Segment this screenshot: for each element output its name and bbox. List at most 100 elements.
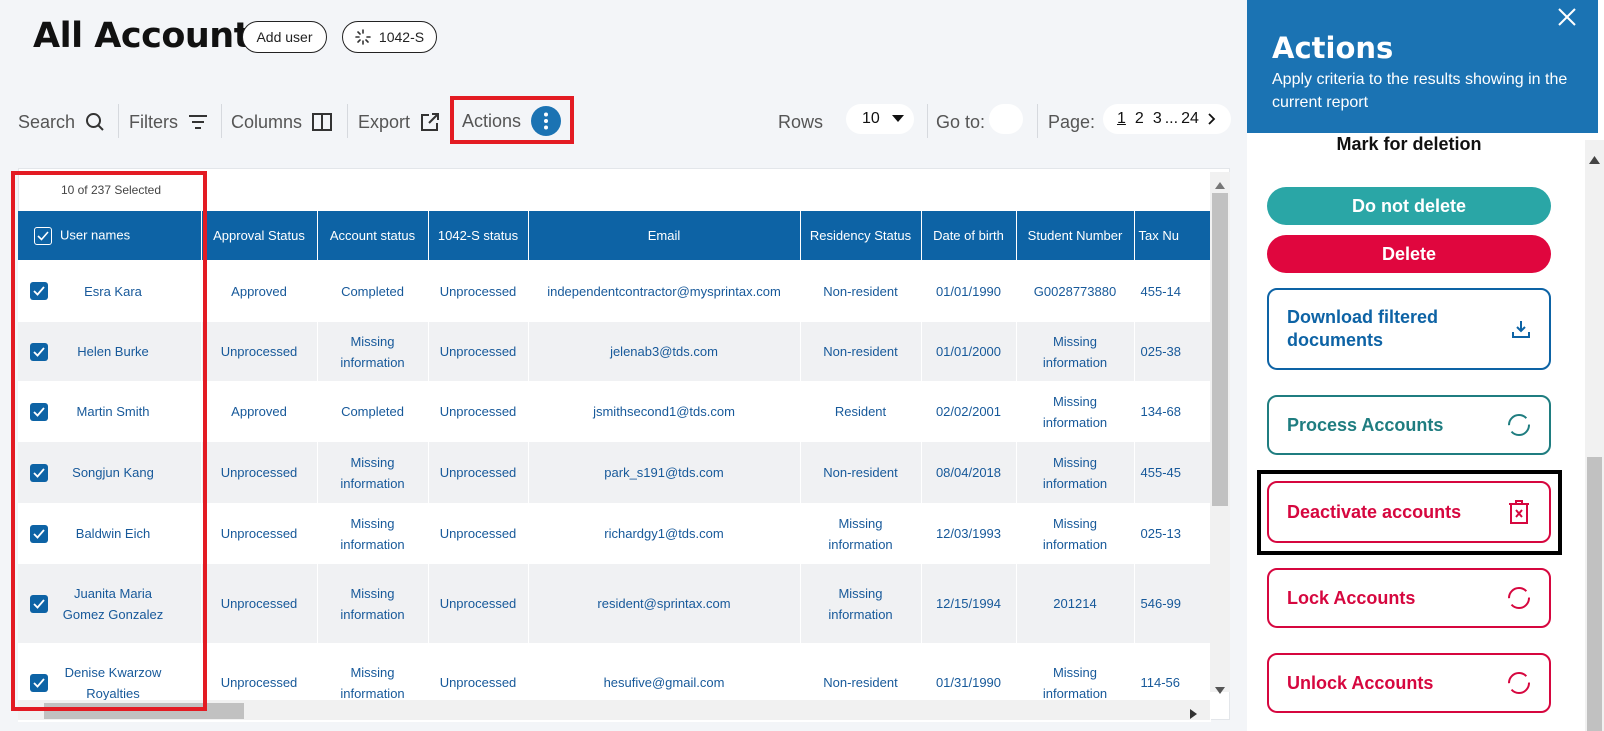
filters-button[interactable]: Filters xyxy=(129,108,208,136)
column-header-approval-status[interactable]: Approval Status xyxy=(201,211,318,260)
page-2-link[interactable]: 2 xyxy=(1135,110,1144,128)
caret-down-icon xyxy=(891,115,904,123)
column-header-student-number[interactable]: Student Number xyxy=(1016,211,1135,260)
page-3-link[interactable]: 3 xyxy=(1153,110,1162,128)
filter-icon xyxy=(188,114,208,130)
trash-icon xyxy=(1507,499,1531,525)
toolbar-divider xyxy=(347,104,348,138)
column-header-residency-status[interactable]: Residency Status xyxy=(800,211,922,260)
row-checkbox[interactable] xyxy=(30,524,48,543)
table-vertical-scroll-thumb[interactable] xyxy=(1212,193,1228,506)
column-header-email[interactable]: Email xyxy=(528,211,801,260)
toolbar-divider xyxy=(221,104,222,138)
row-checkbox[interactable] xyxy=(30,463,48,482)
residency-status-cell: Resident xyxy=(800,381,922,442)
table-row[interactable]: Baldwin Eich Unprocessed Missing informati… xyxy=(18,503,1211,564)
select-all-checkbox[interactable] xyxy=(34,226,52,245)
account-status-cell: Missing information xyxy=(317,503,429,564)
residency-status-cell: Missing information xyxy=(800,503,922,564)
1042s-status-cell: Unprocessed xyxy=(428,322,529,381)
email-cell: richardgy1@tds.com xyxy=(528,503,801,564)
accounts-table: User names Approval Status Account statu… xyxy=(18,211,1211,722)
user-name-cell[interactable]: Baldwin Eich xyxy=(18,503,202,564)
email-cell: park_s191@tds.com xyxy=(528,442,801,503)
scroll-up-arrow-icon[interactable] xyxy=(1215,176,1225,194)
tax-number-cell: 134-68 xyxy=(1134,381,1211,442)
export-button[interactable]: Export xyxy=(358,108,440,136)
column-header-tax-number[interactable]: Tax Nu xyxy=(1134,211,1211,260)
user-name-cell[interactable]: Juanita Maria Gomez Gonzalez xyxy=(18,564,202,643)
columns-button[interactable]: Columns xyxy=(231,108,333,136)
email-cell: resident@sprintax.com xyxy=(528,564,801,643)
table-row[interactable]: Esra Kara Approved Completed Unprocessed ind… xyxy=(18,260,1211,322)
form-filter-label: 1042-S xyxy=(378,29,425,45)
panel-scroll-up-icon[interactable] xyxy=(1589,151,1600,169)
tax-number-cell: 455-45 xyxy=(1134,442,1211,503)
user-name-cell[interactable]: Songjun Kang xyxy=(18,442,202,503)
table-row[interactable]: Helen Burke Unprocessed Missing informatio… xyxy=(18,322,1211,381)
student-number-cell: G0028773880 xyxy=(1016,260,1135,322)
delete-button[interactable]: Delete xyxy=(1267,235,1551,273)
approval-status-cell: Approved xyxy=(201,260,318,322)
search-icon xyxy=(85,112,105,132)
columns-label: Columns xyxy=(231,111,303,132)
lock-label: Lock Accounts xyxy=(1287,587,1416,608)
goto-input[interactable] xyxy=(989,104,1023,134)
refresh-icon xyxy=(1507,413,1531,437)
date-of-birth-cell: 02/02/2001 xyxy=(921,381,1017,442)
page-1-link[interactable]: 1 xyxy=(1117,110,1126,128)
chevron-right-icon[interactable] xyxy=(1208,113,1216,125)
search-button[interactable]: Search xyxy=(18,108,105,136)
user-name-text: Baldwin Eich xyxy=(75,526,151,541)
date-of-birth-cell: 08/04/2018 xyxy=(921,442,1017,503)
external-link-icon xyxy=(420,112,440,132)
user-name-cell[interactable]: Esra Kara xyxy=(18,260,202,322)
unlock-accounts-button[interactable]: Unlock Accounts xyxy=(1267,653,1551,713)
column-header-date-of-birth[interactable]: Date of birth xyxy=(921,211,1017,260)
row-checkbox[interactable] xyxy=(30,402,48,421)
page-label: Page: xyxy=(1048,111,1096,132)
user-name-cell[interactable]: Helen Burke xyxy=(18,322,202,381)
close-icon[interactable] xyxy=(1557,6,1577,34)
actions-label: Actions xyxy=(462,110,522,131)
do-not-delete-button[interactable]: Do not delete xyxy=(1267,187,1551,225)
columns-icon xyxy=(312,113,333,131)
row-checkbox[interactable] xyxy=(30,673,48,692)
deactivate-accounts-button[interactable]: Deactivate accounts xyxy=(1267,481,1551,543)
rows-label: Rows xyxy=(778,111,824,132)
row-checkbox[interactable] xyxy=(30,282,48,300)
actions-button[interactable]: Actions xyxy=(462,106,562,136)
form-filter-chip[interactable]: 1042-S xyxy=(342,21,437,53)
download-label: Download filtered documents xyxy=(1287,307,1439,350)
residency-status-cell: Non-resident xyxy=(800,442,922,503)
table-row[interactable]: Juanita Maria Gomez Gonzalez Unprocessed M… xyxy=(18,564,1211,643)
table-row[interactable]: Martin Smith Approved Completed Unprocessed… xyxy=(18,381,1211,442)
user-name-text: Esra Kara xyxy=(84,283,142,299)
row-checkbox[interactable] xyxy=(30,594,48,613)
email-cell: independentcontractor@mysprintax.com xyxy=(528,260,801,322)
row-checkbox[interactable] xyxy=(30,342,48,361)
toolbar-divider xyxy=(1037,104,1038,138)
process-accounts-button[interactable]: Process Accounts xyxy=(1267,395,1551,455)
scroll-right-arrow-icon[interactable] xyxy=(1190,706,1197,724)
panel-scroll-thumb[interactable] xyxy=(1587,457,1602,731)
column-header-account-status[interactable]: Account status xyxy=(317,211,429,260)
table-row[interactable]: Songjun Kang Unprocessed Missing informati… xyxy=(18,442,1211,503)
user-name-cell[interactable]: Martin Smith xyxy=(18,381,202,442)
toolbar-divider xyxy=(118,104,119,138)
selected-count: 10 of 237 Selected xyxy=(60,183,162,197)
column-header-user-names[interactable]: User names xyxy=(18,211,202,260)
column-header-1042s-status[interactable]: 1042-S status xyxy=(428,211,529,260)
page-24-link[interactable]: 24 xyxy=(1181,110,1199,128)
user-name-text: Martin Smith xyxy=(76,404,150,419)
download-filtered-documents-button[interactable]: Download filtered documents xyxy=(1267,288,1551,370)
table-horizontal-scroll-thumb[interactable] xyxy=(44,703,244,719)
add-user-button[interactable]: Add user xyxy=(242,21,327,53)
scroll-down-arrow-icon[interactable] xyxy=(1215,681,1225,699)
rows-select[interactable]: 10 xyxy=(846,104,914,134)
residency-status-cell: Non-resident xyxy=(800,260,922,322)
approval-status-cell: Unprocessed xyxy=(201,322,318,381)
lock-accounts-button[interactable]: Lock Accounts xyxy=(1267,568,1551,628)
column-label: User names xyxy=(60,226,131,242)
student-number-cell: Missing information xyxy=(1016,442,1135,503)
